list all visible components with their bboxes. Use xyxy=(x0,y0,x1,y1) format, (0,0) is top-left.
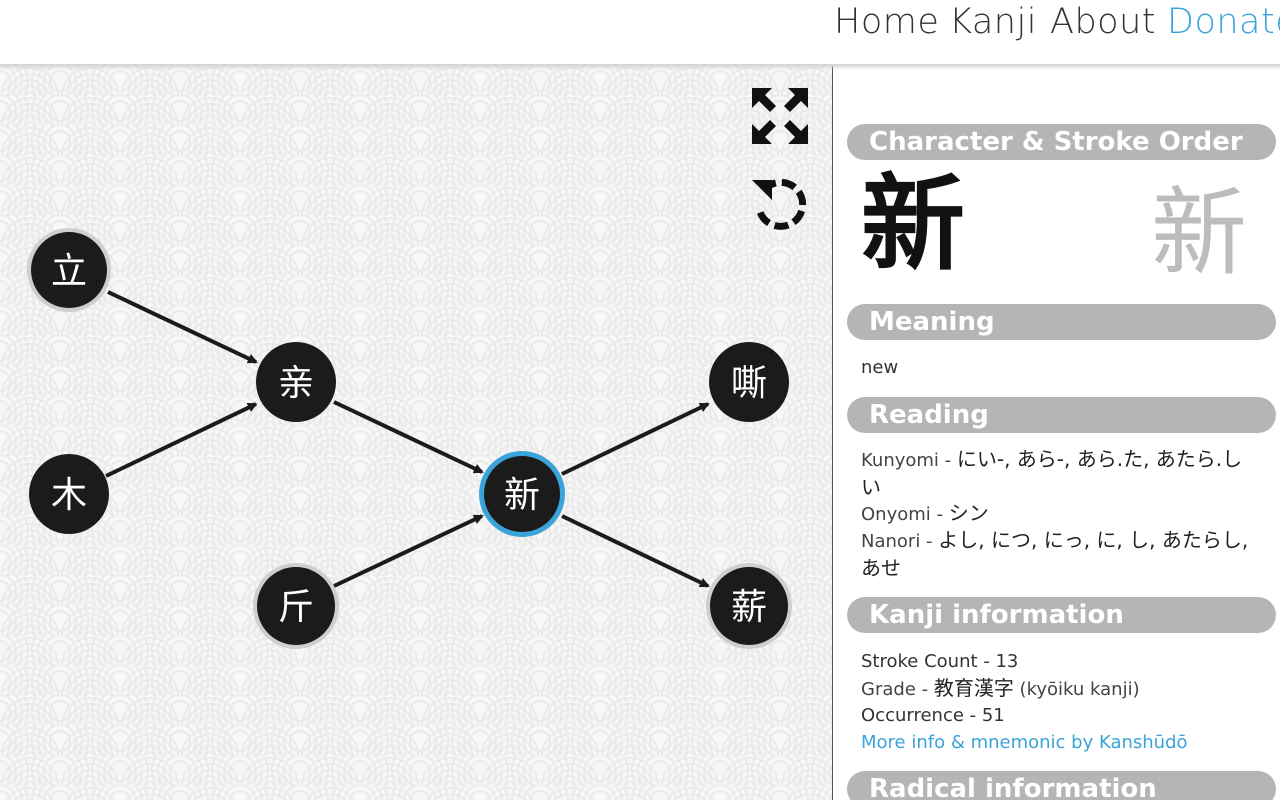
kanji-node-zan-label: 嘶 xyxy=(731,363,767,404)
grade-row: Grade - 教育漢字 (kyōiku kanji) xyxy=(861,675,1251,703)
kanji-node-kin[interactable]: 斤 xyxy=(253,563,339,649)
graph-nodes: 立 亲 木 斤 新 嘶 薪 xyxy=(27,228,792,649)
grade-note: (kyōiku kanji) xyxy=(1013,679,1140,700)
kanji-info-section-header[interactable]: Kanji information xyxy=(847,597,1276,633)
nav-kanji-link[interactable]: Kanji xyxy=(949,0,1037,44)
kanji-node-shin[interactable]: 亲 xyxy=(256,342,336,422)
kunyomi-label: Kunyomi - xyxy=(861,450,957,471)
reading-section-header[interactable]: Reading xyxy=(847,397,1276,433)
kanji-node-li[interactable]: 立 xyxy=(27,228,111,312)
meaning-text: new xyxy=(861,357,899,378)
stroke-count: Stroke Count - 13 xyxy=(861,651,1019,672)
kanji-node-takigi[interactable]: 薪 xyxy=(706,563,792,649)
kanji-node-new-selected[interactable]: 新 xyxy=(479,451,565,537)
kanshudo-link[interactable]: More info & mnemonic by Kanshūdō xyxy=(861,729,1251,756)
onyomi-value: シン xyxy=(948,501,989,525)
selected-kanji: 新 xyxy=(861,163,966,285)
kanji-node-ki[interactable]: 木 xyxy=(29,454,109,534)
nav-home-link[interactable]: Home xyxy=(834,0,939,44)
nav-shadow xyxy=(0,64,1280,70)
onyomi-label: Onyomi - xyxy=(861,504,949,525)
expand-arrows-icon xyxy=(752,88,808,144)
nanori-label: Nanori - xyxy=(861,531,939,552)
fullscreen-button[interactable] xyxy=(750,86,810,146)
kanji-node-zan[interactable]: 嘶 xyxy=(709,342,789,422)
reset-layout-button[interactable] xyxy=(750,172,810,232)
top-nav: Home Kanji About Donate xyxy=(0,0,1280,64)
grade-label: Grade - xyxy=(861,679,934,700)
kunyomi-row: Kunyomi - にい-, あら-, あら.た, あたら.しい xyxy=(861,446,1251,502)
meaning-section-header[interactable]: Meaning xyxy=(847,304,1276,340)
kanji-node-takigi-label: 薪 xyxy=(731,587,767,628)
kanji-node-new-label: 新 xyxy=(504,475,540,516)
kanji-graph-pane[interactable]: 立 亲 木 斤 新 嘶 薪 xyxy=(0,66,832,800)
kanji-node-ki-label: 木 xyxy=(51,475,87,516)
nav-about-link[interactable]: About xyxy=(1050,0,1156,44)
kanji-node-kin-label: 斤 xyxy=(278,587,314,628)
onyomi-row: Onyomi - シン xyxy=(861,500,1251,528)
stroke-order-animation[interactable]: 新 xyxy=(1151,178,1247,288)
rotate-left-icon xyxy=(752,178,807,230)
kanji-node-li-label: 立 xyxy=(51,251,87,292)
nanori-row: Nanori - よし, につ, にっ, に, し, あたらし, あせ xyxy=(861,527,1251,583)
character-section-header[interactable]: Character & Stroke Order xyxy=(847,124,1276,160)
radical-section-header[interactable]: Radical information xyxy=(847,771,1276,800)
kanji-info-panel: Character & Stroke Order 新 新 Meaning new… xyxy=(833,66,1280,800)
grade-value: 教育漢字 xyxy=(933,676,1014,700)
kanji-node-shin-label: 亲 xyxy=(278,363,314,404)
nav-donate-link[interactable]: Donate xyxy=(1167,0,1280,44)
occurrence: Occurrence - 51 xyxy=(861,705,1005,726)
